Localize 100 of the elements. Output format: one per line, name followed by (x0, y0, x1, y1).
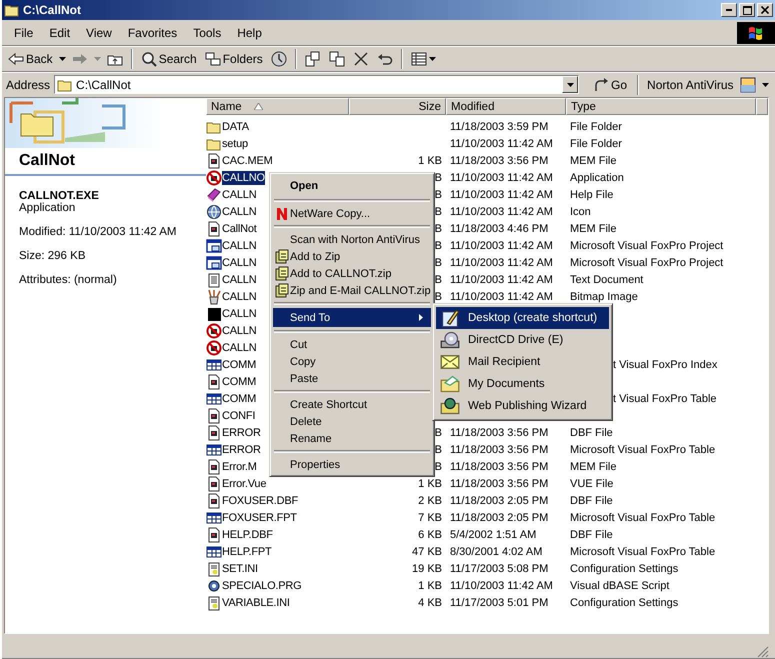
column-header[interactable]: Name (206, 98, 349, 115)
address-field[interactable]: C:\CallNot (54, 75, 580, 94)
folders-button[interactable]: Folders (202, 48, 265, 70)
menu-item[interactable]: Web Publishing Wizard (436, 395, 609, 417)
search-button[interactable]: Search (138, 48, 199, 70)
file-name[interactable]: CALLN (222, 306, 256, 320)
file-name[interactable]: FOXUSER.DBF (222, 494, 298, 508)
modified-date: 11/10/2003 11:42 AM (450, 188, 553, 200)
file-name[interactable]: COMM (222, 358, 256, 372)
modified-date: 11/10/2003 11:42 AM (450, 580, 553, 592)
modified-date: 5/4/2002 1:51 AM (450, 528, 536, 540)
modified-date: 11/18/2003 3:56 PM (450, 460, 548, 472)
file-name[interactable]: CALLN (222, 188, 256, 202)
file-name[interactable]: SPECIALO.PRG (222, 578, 302, 592)
menu-item[interactable]: Properties (273, 456, 431, 473)
table-icon (206, 544, 222, 560)
file-name[interactable]: SET.INI (222, 562, 258, 576)
file-name[interactable]: CALLN (222, 238, 256, 252)
file-type: MEM File (570, 222, 616, 234)
file-name[interactable]: COMM (222, 392, 256, 406)
column-header[interactable]: Size (349, 98, 446, 115)
file-name[interactable]: FOXUSER.FPT (222, 510, 297, 524)
file-name[interactable]: CONFI (222, 408, 256, 422)
document-icon (206, 458, 222, 474)
menu-item[interactable]: Favorites (120, 26, 186, 40)
menu-item[interactable]: Mail Recipient (436, 351, 609, 373)
dropdown-arrow-icon[interactable] (762, 82, 769, 86)
file-type: Microsoft Visual FoxPro Table (570, 512, 716, 524)
file-name[interactable]: CALLN (222, 340, 256, 354)
modified-date: 11/18/2003 3:56 PM (450, 426, 548, 438)
globe-folder-icon (440, 396, 460, 416)
settings-file-icon (206, 560, 222, 576)
file-name[interactable]: DATA (222, 120, 249, 134)
file-name[interactable]: HELP.FPT (222, 544, 272, 558)
dropdown-arrow-icon (428, 57, 436, 61)
go-button[interactable]: Go (589, 76, 632, 92)
menu-item[interactable]: View (78, 26, 120, 40)
menu-item[interactable]: Add to Zip (273, 248, 431, 265)
menu-item[interactable]: Tools (185, 26, 230, 40)
file-size: B (434, 290, 442, 302)
back-button[interactable]: Back (6, 48, 55, 70)
dropdown-button[interactable] (562, 76, 578, 93)
file-size: B (434, 188, 442, 200)
norton-antivirus-button[interactable]: Norton AntiVirus (645, 76, 758, 92)
file-name[interactable]: Error.M (222, 460, 257, 474)
menu-item[interactable]: Copy (273, 353, 431, 370)
file-name[interactable]: CAC.MEM (222, 154, 273, 168)
maximize-icon (742, 6, 752, 14)
file-name[interactable]: ERROR (222, 442, 261, 456)
file-name[interactable]: CALLNO (222, 170, 265, 184)
menu-item[interactable]: Add to CALLNOT.zip (273, 265, 431, 282)
file-name[interactable]: VARIABLE.INI (222, 596, 290, 610)
menu-item[interactable]: Help (229, 26, 270, 40)
file-size: B (434, 460, 442, 472)
column-header[interactable]: Modified (446, 98, 566, 115)
file-name[interactable]: CALLN (222, 204, 256, 218)
file-name[interactable]: CALLN (222, 324, 256, 338)
menu-item[interactable]: Send To (273, 308, 431, 327)
modified-date: 11/18/2003 3:56 PM (450, 478, 548, 490)
file-size: B (434, 240, 442, 252)
menu-item[interactable]: Desktop (create shortcut) (436, 307, 609, 329)
menu-item[interactable]: File (6, 26, 42, 40)
menu-item[interactable]: Edit (41, 26, 78, 40)
menu-item[interactable]: Rename (273, 430, 431, 447)
file-name[interactable]: setup (222, 136, 248, 150)
minimize-button[interactable] (721, 3, 737, 17)
menu-item[interactable]: DirectCD Drive (E) (436, 329, 609, 351)
menu-item[interactable]: Paste (273, 370, 431, 387)
file-type: Application (18, 202, 76, 214)
file-name[interactable]: COMM (222, 374, 256, 388)
menu-item[interactable]: NetWare Copy... (273, 205, 431, 222)
file-name[interactable]: Error.Vue (222, 476, 266, 490)
file-type: DBF File (570, 494, 613, 506)
file-name[interactable]: HELP.DBF (222, 528, 273, 542)
document-icon (206, 220, 222, 236)
menu-item[interactable]: My Documents (436, 373, 609, 395)
document-icon (206, 374, 222, 390)
column-header[interactable]: Type (566, 98, 756, 115)
maximize-button[interactable] (739, 3, 755, 17)
resize-grip-icon[interactable] (757, 646, 769, 658)
file-name[interactable]: CALLN (222, 256, 256, 270)
file-name[interactable]: CALLN (222, 290, 256, 304)
file-type: Microsoft Visual FoxPro Project (570, 240, 724, 252)
file-size: B (434, 444, 442, 456)
dropdown-arrow-icon[interactable] (58, 57, 66, 61)
menu-item[interactable]: Zip and E-Mail CALLNOT.zip (273, 282, 431, 299)
menu-item[interactable]: Create Shortcut (273, 396, 431, 413)
table-icon (206, 390, 222, 406)
file-name[interactable]: CALLN (222, 272, 256, 286)
no-sign-icon (206, 340, 222, 356)
file-name[interactable]: CallNot (222, 222, 257, 236)
menu-item[interactable]: Open (273, 176, 431, 196)
close-button[interactable] (757, 3, 773, 17)
file-size: 7 KB (418, 512, 442, 524)
menu-item[interactable]: Delete (273, 413, 431, 430)
file-type: File Folder (570, 138, 622, 150)
menu-item[interactable]: Cut (273, 336, 431, 353)
file-name[interactable]: ERROR (222, 426, 261, 440)
column-header[interactable] (756, 98, 768, 115)
menu-item[interactable]: Scan with Norton AntiVirus (273, 231, 431, 248)
